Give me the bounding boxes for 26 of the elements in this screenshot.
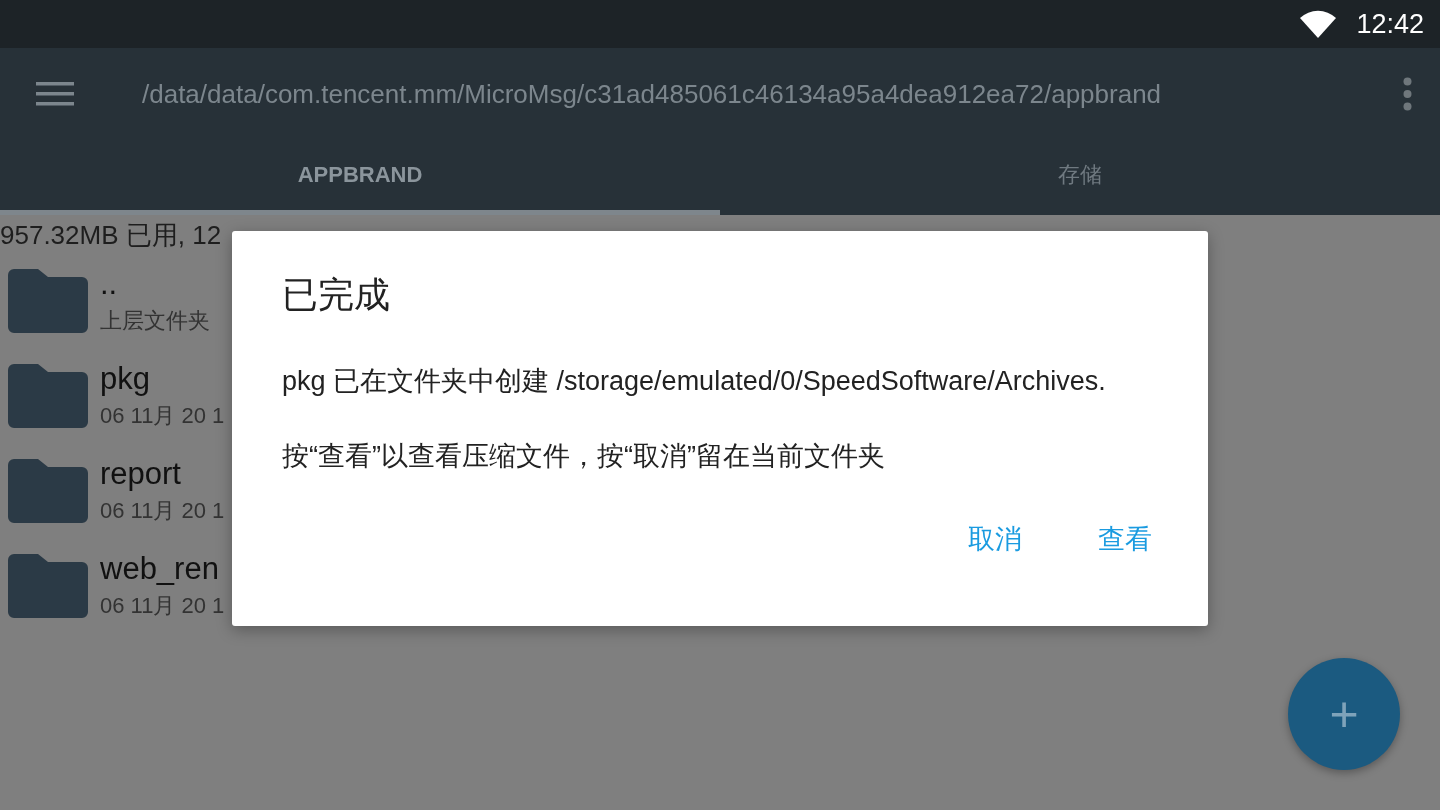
file-detail: 06 11月 20 1 <box>100 401 225 430</box>
file-detail: 上层文件夹 <box>100 306 210 335</box>
dialog-message: 按“查看”以查看压缩文件，按“取消”留在当前文件夹 <box>282 440 886 473</box>
more-options-icon[interactable] <box>1403 77 1412 111</box>
file-detail: 06 11月 20 1 <box>100 591 225 620</box>
folder-icon <box>8 458 88 523</box>
tab[interactable]: APPBRAND <box>0 140 720 215</box>
dialog-title: 已完成 <box>282 273 391 317</box>
file-name[interactable]: report <box>100 455 225 492</box>
add-button[interactable]: + <box>1288 658 1400 770</box>
file-name[interactable]: pkg <box>100 360 225 397</box>
folder-icon <box>8 553 88 618</box>
file-name[interactable]: .. <box>100 265 210 302</box>
tab[interactable]: 存储 <box>720 140 1440 215</box>
file-detail: 06 11月 20 1 <box>100 496 225 525</box>
menu-icon[interactable] <box>36 82 74 106</box>
folder-icon <box>8 268 88 333</box>
clock: 12:42 <box>1356 8 1424 40</box>
wifi-icon <box>1300 10 1337 38</box>
dialog-message: pkg 已在文件夹中创建 /storage/emulated/0/SpeedSoftware/Archives. <box>282 365 1107 398</box>
dialog-button[interactable]: 查看 <box>1082 513 1168 565</box>
folder-icon <box>8 363 88 428</box>
dialog-button[interactable]: 取消 <box>952 513 1038 565</box>
storage-summary: 957.32MB 已用, 12 <box>0 219 223 252</box>
file-name[interactable]: web_ren <box>100 550 225 587</box>
folder-path: /data/data/com.tencent.mm/MicroMsg/c31ad485061c46134a95a4dea912ea72/appbrand <box>142 78 1163 110</box>
